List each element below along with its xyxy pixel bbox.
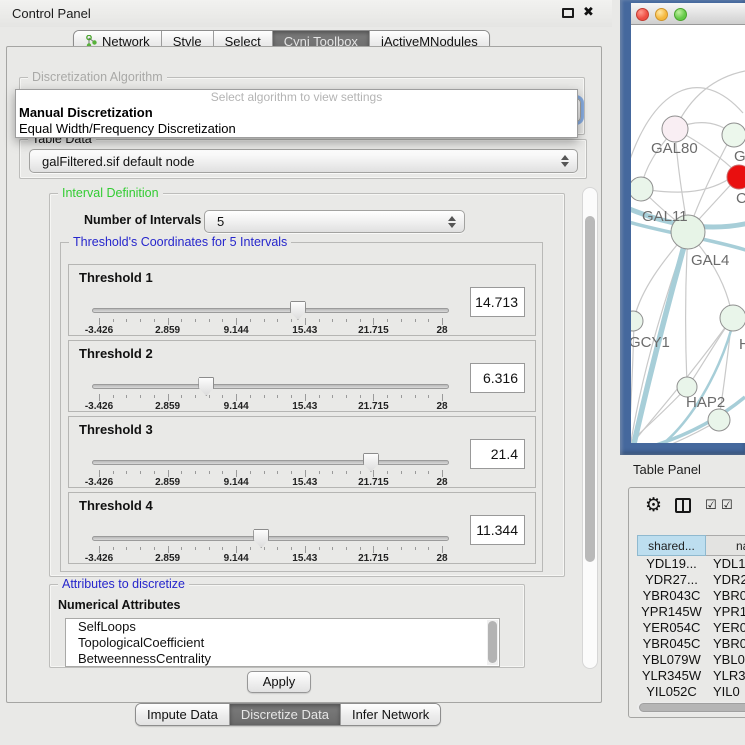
threshold-3-panel: Threshold 3 -3.4262.8599.14415.4321.7152… <box>68 416 536 488</box>
dropdown-option-manual[interactable]: Manual Discretization <box>16 105 577 121</box>
node-gal80 <box>662 116 688 142</box>
number-of-intervals-label: Number of Intervals <box>84 213 201 227</box>
table-panel-title: Table Panel <box>633 462 701 477</box>
combo-arrows-icon <box>443 216 461 228</box>
list-item[interactable]: SelfLoops <box>66 619 499 635</box>
numerical-attributes-heading: Numerical Attributes <box>58 598 180 612</box>
thresholds-group: Threshold's Coordinates for 5 Intervals … <box>60 242 543 572</box>
attributes-list-scrollbar[interactable] <box>487 620 498 665</box>
table-data-value: galFiltered.sif default node <box>30 154 556 169</box>
tab-discretize-data[interactable]: Discretize Data <box>230 704 341 725</box>
node-label: GAL4 <box>691 252 729 269</box>
table-horizontal-scrollbar-thumb[interactable] <box>639 703 745 712</box>
node-gcy1 <box>631 311 643 331</box>
column-header-shared-name[interactable]: shared... <box>637 535 706 556</box>
table-row[interactable]: YBL079WYBL0 <box>637 652 745 668</box>
settings-scrollbar[interactable] <box>582 187 598 669</box>
combo-arrows-icon <box>556 155 574 167</box>
table-row[interactable]: YBR043CYBR0 <box>637 588 745 604</box>
columns-icon[interactable] <box>675 498 691 513</box>
screenshot-root: Control Panel ✖ Network Style Select Cyn… <box>0 0 745 745</box>
network-window-frame: GAL80 GA GAL11 C GAL4 GCY1 H HAP2 <box>620 0 745 455</box>
panel-title: Control Panel <box>12 6 91 21</box>
node-h <box>720 305 745 331</box>
table-row[interactable]: YPR145WYPR1 <box>637 604 745 620</box>
gear-icon[interactable]: ⚙ <box>645 494 662 517</box>
table-panel-titlebar: Table Panel <box>612 455 745 483</box>
table-horizontal-scrollbar[interactable] <box>637 702 745 713</box>
table-row[interactable]: YIL052CYIL0 <box>637 684 745 700</box>
node-label: GCY1 <box>631 334 670 351</box>
mac-close-button[interactable] <box>636 8 649 21</box>
table-body: YDL19...YDL1 YDR27...YDR2 YBR043CYBR0 YP… <box>637 556 745 700</box>
table-row[interactable]: YDR27...YDR2 <box>637 572 745 588</box>
threshold-2-panel: Threshold 2 -3.4262.8599.14415.4321.7152… <box>68 340 536 412</box>
node-top-right <box>722 123 745 147</box>
threshold-2-value-field[interactable]: 6.316 <box>470 363 525 393</box>
tab-impute-data[interactable]: Impute Data <box>136 704 230 725</box>
numerical-attributes-list[interactable]: SelfLoops TopologicalCoefficient Between… <box>65 618 500 667</box>
mac-minimize-button[interactable] <box>655 8 668 21</box>
threshold-3-value-field[interactable]: 21.4 <box>470 439 525 469</box>
network-graph: GAL80 GA GAL11 C GAL4 GCY1 H HAP2 <box>631 25 745 443</box>
attributes-list-scrollbar-thumb[interactable] <box>488 621 497 663</box>
node-table: shared... na YDL19...YDL1 YDR27...YDR2 Y… <box>637 535 745 700</box>
node-bottom <box>708 409 730 431</box>
number-of-intervals-combobox[interactable]: 5 <box>204 210 465 233</box>
list-item[interactable]: TopologicalCoefficient <box>66 635 499 651</box>
checkbox-icon[interactable]: ☑ <box>705 497 717 513</box>
float-window-icon[interactable] <box>562 8 574 18</box>
threshold-1-value-field[interactable]: 14.713 <box>470 287 525 317</box>
list-item[interactable]: BetweennessCentrality <box>66 651 499 667</box>
table-panel: ⚙ ☑ ☑ shared... na YDL19...YDL1 YDR27...… <box>628 487 745 718</box>
attributes-group: Attributes to discretize Numerical Attri… <box>49 584 525 668</box>
discretization-algorithm-label: Discretization Algorithm <box>28 70 167 85</box>
node-label: GA <box>734 148 745 165</box>
control-panel-titlebar: Control Panel ✖ <box>0 0 612 27</box>
cyni-toolbox-content: Discretization Algorithm Select algorith… <box>6 46 602 703</box>
tab-infer-network[interactable]: Infer Network <box>341 704 440 725</box>
mac-zoom-button[interactable] <box>674 8 687 21</box>
network-window-titlebar <box>631 3 745 25</box>
dropdown-option-equal-width[interactable]: Equal Width/Frequency Discretization <box>16 121 577 137</box>
bottom-tabbar: Impute Data Discretize Data Infer Networ… <box>135 703 441 726</box>
node-label: GAL11 <box>642 208 688 225</box>
table-data-combobox[interactable]: galFiltered.sif default node <box>29 149 578 173</box>
dropdown-prompt: Select algorithm to view settings <box>16 90 577 105</box>
threshold-4-panel: Threshold 4 -3.4262.8599.14415.4321.7152… <box>68 492 536 564</box>
node-label: GAL80 <box>651 140 698 157</box>
table-row[interactable]: YER054CYER0 <box>637 620 745 636</box>
column-header-name[interactable]: na <box>706 535 745 556</box>
table-row[interactable]: YBR045CYBR0 <box>637 636 745 652</box>
threshold-4-value-field[interactable]: 11.344 <box>470 515 525 545</box>
close-icon[interactable]: ✖ <box>583 4 594 20</box>
settings-scrollbar-thumb[interactable] <box>585 216 595 562</box>
threshold-1-panel: Threshold 1 -3.4262.8599.14415.4321.7152… <box>68 264 536 336</box>
interval-definition-group: Interval Definition Number of Intervals … <box>49 193 565 577</box>
number-of-intervals-value: 5 <box>205 214 443 229</box>
node-label: C <box>736 190 745 207</box>
table-header-row: shared... na <box>637 535 745 556</box>
network-view-canvas[interactable]: GAL80 GA GAL11 C GAL4 GCY1 H HAP2 <box>631 25 745 443</box>
thresholds-group-label: Threshold's Coordinates for 5 Intervals <box>69 235 291 250</box>
table-row[interactable]: YDL19...YDL1 <box>637 556 745 572</box>
apply-button[interactable]: Apply <box>247 671 311 693</box>
node-label: HAP2 <box>686 394 725 411</box>
interval-definition-label: Interval Definition <box>58 186 163 201</box>
table-row[interactable]: YLR345WYLR3 <box>637 668 745 684</box>
node-gal11 <box>631 177 653 201</box>
checkbox-icon[interactable]: ☑ <box>721 497 733 513</box>
attributes-group-label: Attributes to discretize <box>58 577 189 592</box>
algorithm-dropdown-popup: Select algorithm to view settings Manual… <box>15 89 578 138</box>
node-label: H <box>739 336 745 353</box>
